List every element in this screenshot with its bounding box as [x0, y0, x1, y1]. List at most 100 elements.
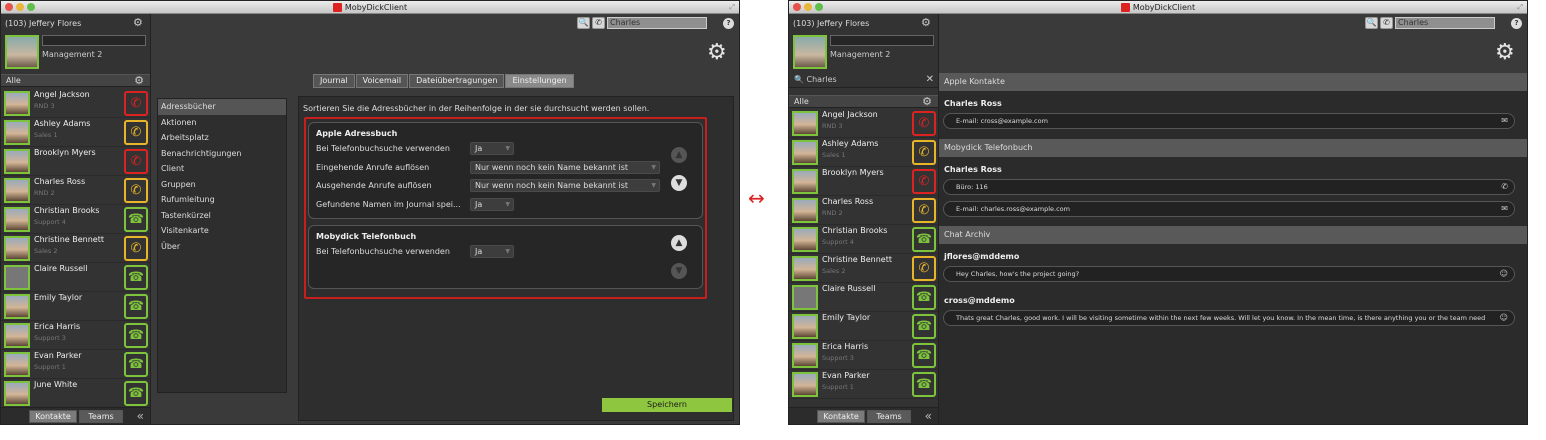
close-window-button[interactable] — [793, 3, 801, 11]
contact-row[interactable]: Claire Russell ☎ — [1, 263, 150, 292]
apple-outgoing-select[interactable]: Nur wenn noch kein Name bekannt ist ▼ — [470, 179, 660, 192]
contact-row[interactable]: Emily Taylor ☎ — [789, 312, 938, 341]
contact-row[interactable]: Christine Bennett Sales 2 ✆ — [789, 254, 938, 283]
contact-row[interactable]: Angel Jackson RND 3 ✆ — [1, 89, 150, 118]
filter-gear-icon[interactable]: ⚙ — [134, 75, 144, 86]
save-button[interactable]: Speichern — [602, 398, 732, 412]
search-input[interactable]: Charles — [607, 17, 707, 29]
call-status-phone-icon[interactable]: ✆ — [124, 236, 148, 261]
contact-row[interactable]: Christian Brooks Support 4 ☎ — [789, 225, 938, 254]
apple-incoming-select[interactable]: Nur wenn noch kein Name bekannt ist ▼ — [470, 161, 660, 174]
tab-kontakte[interactable]: Kontakte — [817, 410, 865, 423]
call-status-phone-icon[interactable]: ☎ — [124, 352, 148, 377]
contact-row[interactable]: Erica Harris Support 3 ☎ — [789, 341, 938, 370]
help-icon[interactable]: ? — [1511, 17, 1522, 29]
contact-row[interactable]: Erica Harris Support 3 ☎ — [1, 321, 150, 350]
tab-teams[interactable]: Teams — [867, 410, 911, 423]
call-status-phone-icon[interactable]: ☎ — [912, 227, 936, 252]
contacts-filter-header[interactable]: Alle ⚙ — [789, 95, 938, 108]
moby-phonebook-select[interactable]: Ja ▼ — [470, 245, 514, 258]
user-settings-gear-icon[interactable]: ⚙ — [921, 17, 931, 28]
contact-row[interactable]: Brooklyn Myers ✆ — [789, 167, 938, 196]
call-status-phone-icon[interactable]: ✆ — [912, 198, 936, 223]
category-visitenkarte[interactable]: Visitenkarte — [158, 223, 286, 239]
contact-row[interactable]: Charles Ross RND 2 ✆ — [789, 196, 938, 225]
status-message-field[interactable] — [42, 35, 146, 46]
category-adressbuecher[interactable]: Adressbücher — [158, 99, 286, 115]
filter-gear-icon[interactable]: ⚙ — [922, 96, 932, 107]
email-result[interactable]: E-mail: charles.ross@example.com ✉ — [943, 201, 1515, 217]
call-status-phone-icon[interactable]: ✆ — [124, 120, 148, 145]
apple-journal-select[interactable]: Ja ▼ — [470, 198, 514, 211]
user-avatar[interactable] — [793, 35, 827, 69]
dial-phone-icon[interactable]: ✆ — [592, 17, 605, 29]
search-icon[interactable]: 🔍 — [577, 17, 590, 29]
call-status-phone-icon[interactable]: ☎ — [124, 265, 148, 290]
call-status-phone-icon[interactable]: ✆ — [124, 91, 148, 116]
help-icon[interactable]: ? — [723, 17, 734, 29]
fullscreen-icon[interactable]: ⤢ — [729, 1, 735, 14]
tab-teams[interactable]: Teams — [79, 410, 123, 423]
move-down-icon[interactable]: ▼ — [671, 263, 687, 279]
call-status-phone-icon[interactable]: ✆ — [912, 169, 936, 194]
contact-row[interactable]: Christine Bennett Sales 2 ✆ — [1, 234, 150, 263]
tab-einstellungen[interactable]: Einstellungen — [505, 74, 574, 88]
category-rufumleitung[interactable]: Rufumleitung — [158, 192, 286, 208]
minimize-window-button[interactable] — [16, 3, 24, 11]
call-status-phone-icon[interactable]: ☎ — [912, 343, 936, 368]
contact-row[interactable]: Claire Russell ☎ — [789, 283, 938, 312]
contact-row[interactable]: Charles Ross RND 2 ✆ — [1, 176, 150, 205]
zoom-window-button[interactable] — [27, 3, 35, 11]
contacts-filter-header[interactable]: Alle ⚙ — [1, 74, 150, 87]
active-search-bar[interactable]: 🔍 Charles ✕ — [789, 73, 938, 88]
zoom-window-button[interactable] — [815, 3, 823, 11]
tab-journal[interactable]: Journal — [313, 74, 355, 88]
tab-voicemail[interactable]: Voicemail — [355, 74, 409, 88]
status-message-field[interactable] — [830, 35, 934, 46]
category-gruppen[interactable]: Gruppen — [158, 177, 286, 193]
call-status-phone-icon[interactable]: ☎ — [912, 285, 936, 310]
call-status-phone-icon[interactable]: ☎ — [124, 207, 148, 232]
settings-gear-icon[interactable]: ⚙ — [1495, 42, 1515, 64]
call-status-phone-icon[interactable]: ✆ — [912, 256, 936, 281]
category-aktionen[interactable]: Aktionen — [158, 115, 286, 131]
dial-phone-icon[interactable]: ✆ — [1380, 17, 1393, 29]
phone-result[interactable]: Büro: 116 ✆ — [943, 179, 1515, 195]
chat-message[interactable]: Hey Charles, how's the project going? ☺ — [943, 266, 1515, 282]
contact-row[interactable]: Evan Parker Support 1 ☎ — [1, 350, 150, 379]
contact-row[interactable]: Ashley Adams Sales 1 ✆ — [1, 118, 150, 147]
tab-kontakte[interactable]: Kontakte — [29, 410, 77, 423]
call-status-phone-icon[interactable]: ☎ — [124, 323, 148, 348]
settings-gear-icon[interactable]: ⚙ — [707, 42, 727, 64]
category-benachrichtigungen[interactable]: Benachrichtigungen — [158, 146, 286, 162]
category-client[interactable]: Client — [158, 161, 286, 177]
call-status-phone-icon[interactable]: ☎ — [124, 381, 148, 406]
call-status-phone-icon[interactable]: ☎ — [124, 294, 148, 319]
collapse-chevron-icon[interactable]: « — [925, 409, 932, 423]
call-status-phone-icon[interactable]: ☎ — [912, 314, 936, 339]
apple-phonebook-select[interactable]: Ja ▼ — [470, 142, 514, 155]
chat-message[interactable]: Thats great Charles, good work. I will b… — [943, 310, 1515, 326]
search-input[interactable]: Charles — [1395, 17, 1495, 29]
collapse-chevron-icon[interactable]: « — [137, 409, 144, 423]
contact-row[interactable]: Evan Parker Support 1 ☎ — [789, 370, 938, 399]
call-status-phone-icon[interactable]: ✆ — [912, 111, 936, 136]
tab-dateiuebertragungen[interactable]: Dateiübertragungen — [409, 74, 505, 88]
call-status-phone-icon[interactable]: ✆ — [124, 149, 148, 174]
category-tastenkuerzel[interactable]: Tastenkürzel — [158, 208, 286, 224]
search-icon[interactable]: 🔍 — [1365, 17, 1378, 29]
minimize-window-button[interactable] — [804, 3, 812, 11]
call-status-phone-icon[interactable]: ✆ — [912, 140, 936, 165]
contact-row[interactable]: Christian Brooks Support 4 ☎ — [1, 205, 150, 234]
email-result[interactable]: E-mail: cross@example.com ✉ — [943, 113, 1515, 129]
fullscreen-icon[interactable]: ⤢ — [1517, 1, 1523, 14]
call-status-phone-icon[interactable]: ☎ — [912, 372, 936, 397]
category-ueber[interactable]: Über — [158, 239, 286, 255]
user-settings-gear-icon[interactable]: ⚙ — [133, 17, 143, 28]
contact-row[interactable]: Angel Jackson RND 3 ✆ — [789, 109, 938, 138]
clear-search-icon[interactable]: ✕ — [926, 73, 934, 87]
contact-row[interactable]: Ashley Adams Sales 1 ✆ — [789, 138, 938, 167]
move-up-icon[interactable]: ▲ — [671, 147, 687, 163]
close-window-button[interactable] — [5, 3, 13, 11]
move-down-icon[interactable]: ▼ — [671, 175, 687, 191]
